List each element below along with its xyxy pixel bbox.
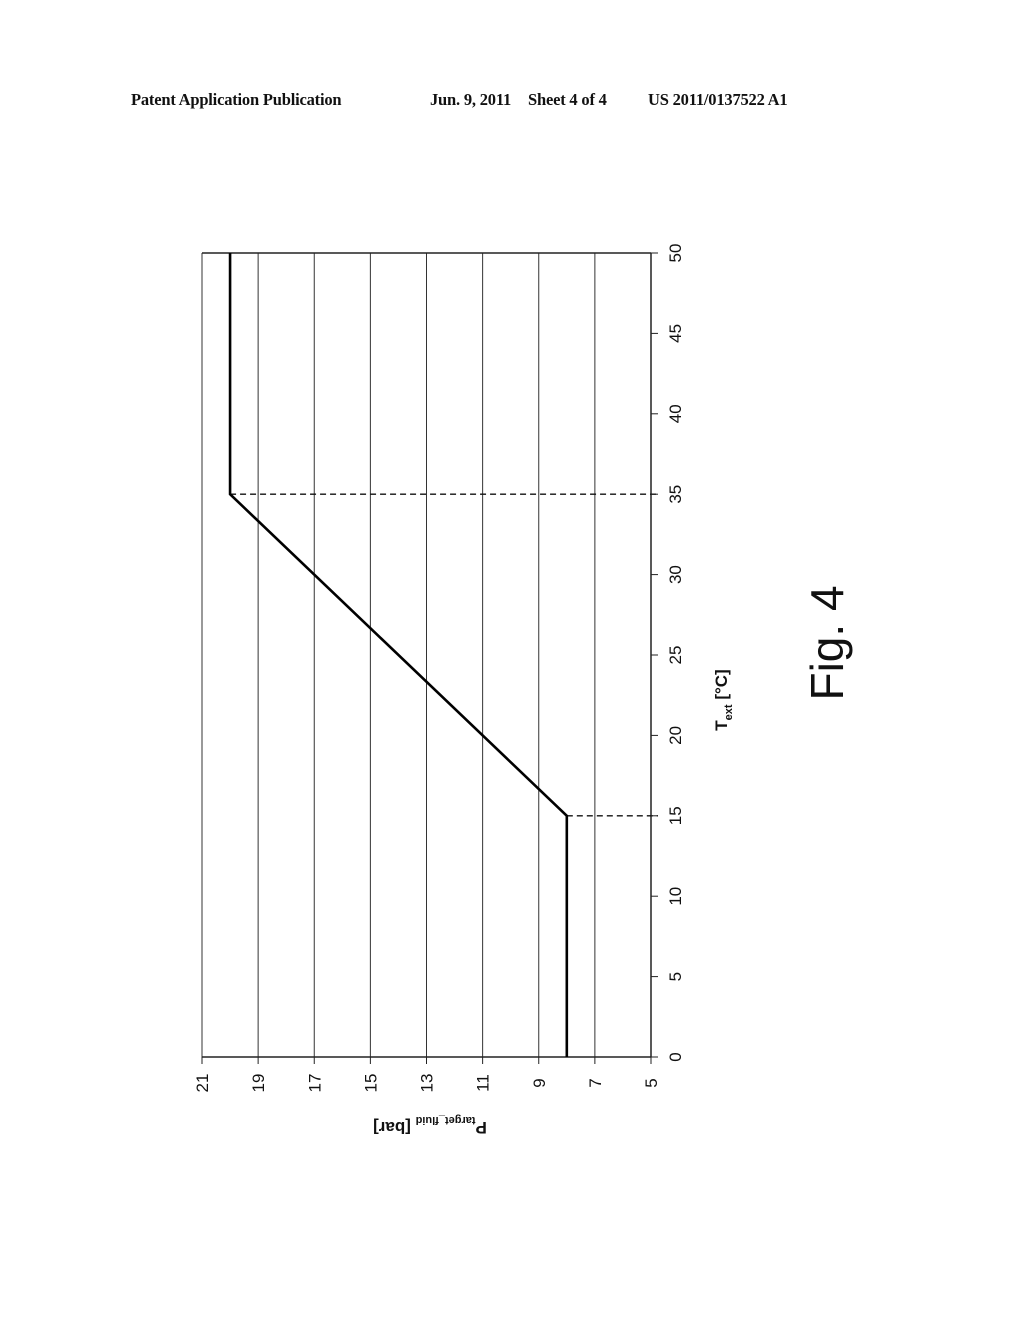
x-tick-label: 35 — [666, 485, 685, 504]
x-axis-title-sub: ext — [723, 704, 735, 720]
x-tick-label: 5 — [666, 972, 685, 981]
y-tick-label: 19 — [249, 1074, 268, 1093]
y-axis-title-main: P — [476, 1118, 487, 1137]
x-axis-title: Text [°C] — [712, 669, 735, 730]
x-tick-label: 15 — [666, 806, 685, 825]
y-tick-label: 13 — [418, 1074, 437, 1093]
y-tick-label: 15 — [361, 1074, 380, 1093]
y-tick-label: 21 — [193, 1074, 212, 1093]
series-line — [228, 253, 569, 1057]
x-tick-label: 45 — [666, 324, 685, 343]
x-axis-title-unit: [°C] — [712, 669, 731, 704]
x-axis-title-main: T — [712, 720, 731, 731]
y-tick-label: 5 — [642, 1078, 661, 1087]
x-tick-label: 40 — [666, 404, 685, 423]
y-tick-label: 17 — [305, 1074, 324, 1093]
y-axis-title-unit: [bar] — [373, 1118, 416, 1137]
x-tick-label: 0 — [666, 1052, 685, 1061]
grid-layer — [201, 253, 652, 1057]
reference-lines — [230, 493, 658, 817]
y-axis-ticks: 21 19 17 15 13 11 9 7 5 — [193, 1057, 661, 1092]
x-tick-label: 10 — [666, 887, 685, 906]
figure-label: Fig. 4 — [801, 585, 853, 700]
y-tick-label: 7 — [586, 1078, 605, 1087]
series-layer — [228, 253, 569, 1057]
x-tick-label: 50 — [666, 244, 685, 263]
y-axis-title: Ptarget_fluid [bar] — [373, 1114, 487, 1137]
y-axis-title-sub: target_fluid — [416, 1114, 476, 1126]
x-tick-label: 25 — [666, 646, 685, 665]
y-tick-label: 9 — [530, 1078, 549, 1087]
x-tick-label: 20 — [666, 726, 685, 745]
x-axis-ticks: 0 5 10 15 20 25 30 35 40 45 50 — [651, 244, 685, 1062]
x-tick-label: 30 — [666, 565, 685, 584]
figure-chart: 0 5 10 15 20 25 30 35 40 45 50 21 19 17 15 13 11 9 7 5 Tex… — [193, 244, 853, 1137]
y-tick-label: 11 — [474, 1074, 493, 1092]
